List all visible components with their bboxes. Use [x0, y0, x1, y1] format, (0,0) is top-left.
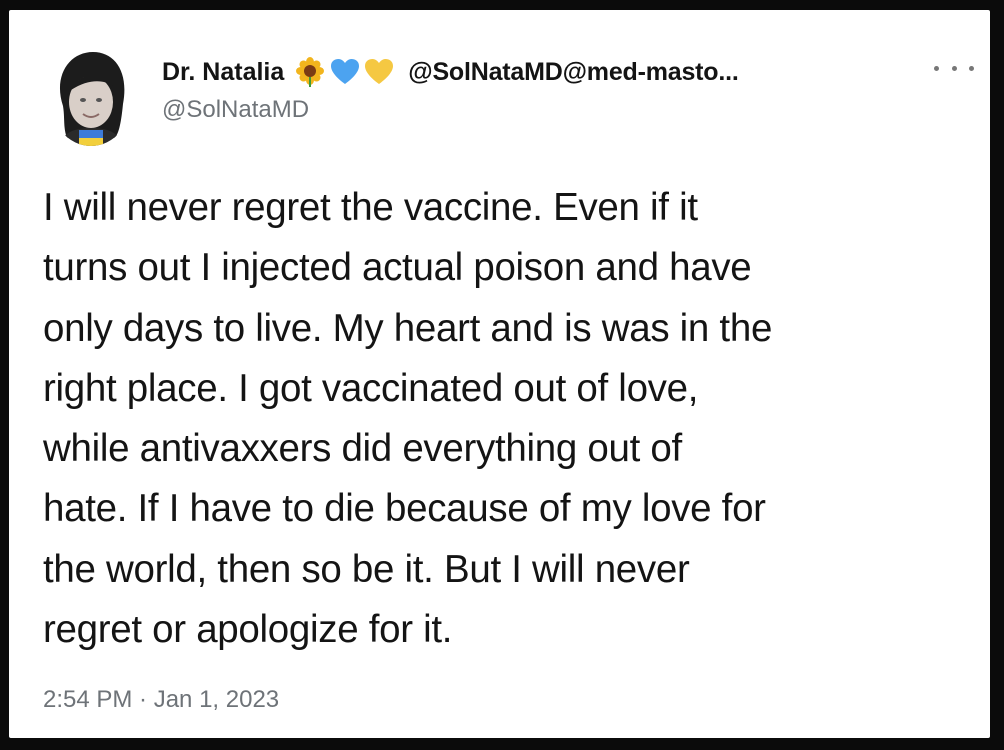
tweet-text-line: while antivaxxers did everything out of	[43, 427, 682, 471]
screenshot-frame: Dr. Natalia @SolNataMD@med-masto... @Sol…	[0, 0, 1004, 750]
more-horizontal-icon[interactable]	[934, 56, 974, 80]
avatar[interactable]	[49, 46, 133, 146]
tweet-text-line: the world, then so be it. But I will nev…	[43, 547, 690, 591]
timestamp-link[interactable]: 2:54 PM · Jan 1, 2023	[43, 686, 279, 714]
tweet-text-line: I will never regret the vaccine. Even if…	[43, 186, 698, 229]
tweet-text-line: regret or apologize for it.	[43, 608, 453, 652]
tweet-card[interactable]: Dr. Natalia @SolNataMD@med-masto... @Sol…	[9, 10, 990, 738]
user-handle[interactable]: @SolNataMD	[162, 96, 309, 124]
more-dot	[951, 65, 957, 71]
tweet-text-line: right place. I got vaccinated out of lov…	[43, 366, 699, 410]
tweet-text-line: hate. If I have to die because of my lov…	[43, 487, 766, 531]
yellow-heart-icon	[364, 58, 394, 86]
more-dot	[969, 65, 974, 71]
tweet-header: Dr. Natalia @SolNataMD@med-masto...	[162, 54, 739, 90]
sunflower-icon	[294, 57, 326, 87]
tweet-text-line: turns out I injected actual poison and h…	[43, 246, 752, 290]
blue-heart-icon	[330, 58, 360, 86]
display-name[interactable]: Dr. Natalia	[162, 58, 284, 87]
tweet-text-line: only days to live. My heart and is was i…	[43, 306, 773, 350]
tweet-text: I will never regret the vaccine. Even if…	[43, 178, 983, 660]
more-dot	[934, 65, 939, 71]
mastodon-handle: @SolNataMD@med-masto...	[408, 57, 739, 86]
